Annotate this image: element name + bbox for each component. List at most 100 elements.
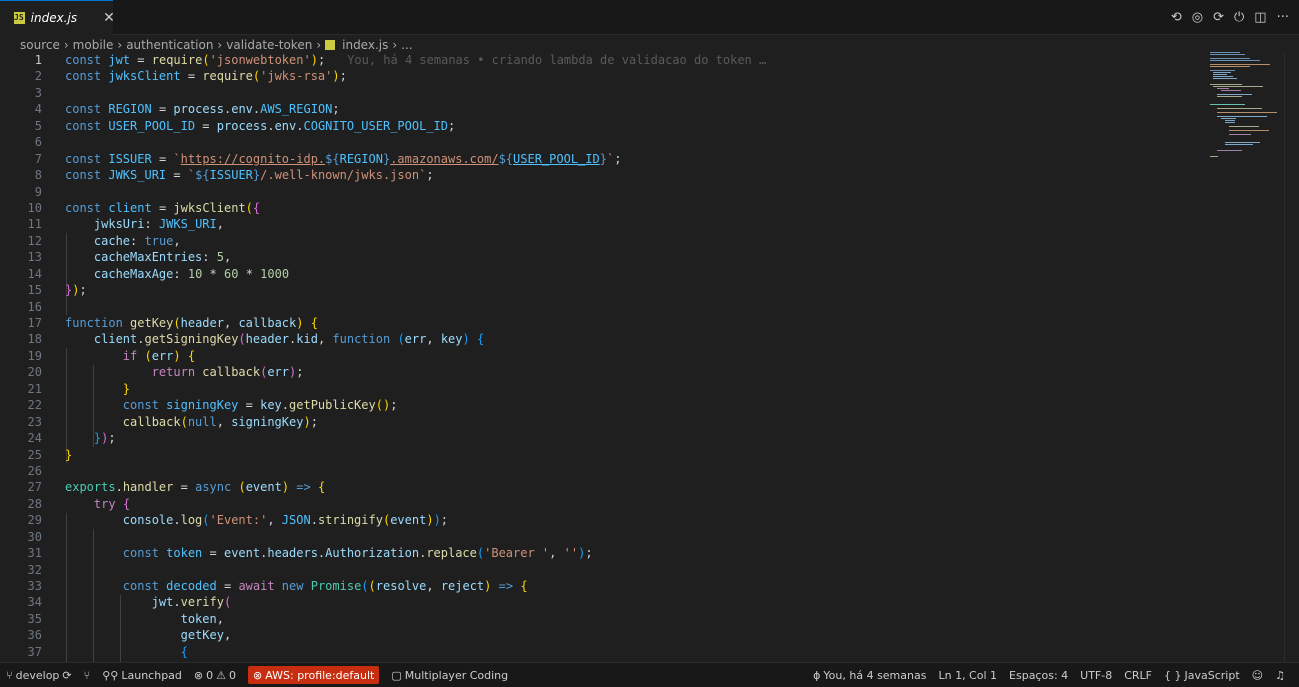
- chevron-right-icon: ›: [63, 38, 69, 52]
- git-graph-button[interactable]: ⑂: [78, 663, 97, 687]
- cursor-position[interactable]: Ln 1, Col 1: [932, 663, 1003, 687]
- problems-indicator[interactable]: ⊗ 0 ⚠ 0: [188, 663, 242, 687]
- breadcrumb-item-authentication[interactable]: authentication: [126, 38, 213, 52]
- code-line: 21 }: [0, 381, 1200, 397]
- aws-profile-button[interactable]: ⊗ AWS: profile:default: [242, 663, 385, 687]
- line-number: 10: [27, 200, 42, 215]
- branch-indicator[interactable]: ⑂ develop ⟳: [0, 663, 78, 687]
- minimap-line: [1217, 150, 1242, 151]
- vertical-scrollbar[interactable]: [1284, 52, 1299, 662]
- aws-profile-badge: ⊗ AWS: profile:default: [248, 666, 380, 684]
- code-text: const REGION = process.env.AWS_REGION;: [65, 102, 340, 117]
- code-text: client.getSigningKey(header.kid, functio…: [93, 332, 485, 347]
- line-number: 14: [27, 266, 42, 281]
- notifications-button[interactable]: ♫: [1269, 663, 1291, 687]
- line-number: 20: [27, 365, 42, 380]
- code-text: const signingKey = key.getPublicKey();: [122, 398, 398, 413]
- error-icon: ⊗: [253, 668, 263, 682]
- line-number: 11: [27, 217, 42, 232]
- tab-label: index.js: [30, 11, 78, 25]
- code-text: return callback(err);: [151, 365, 304, 380]
- launchpad-label: Launchpad: [121, 668, 182, 682]
- line-number: 2: [34, 69, 42, 84]
- eol-setting[interactable]: CRLF: [1118, 663, 1158, 687]
- tab-index-js[interactable]: JS index.js ✕: [0, 0, 115, 35]
- line-number: 1: [34, 53, 42, 67]
- breadcrumb-item-file[interactable]: index.js: [342, 38, 388, 52]
- copilot-status[interactable]: ☺: [1246, 663, 1269, 687]
- code-line: 22 const signingKey = key.getPublicKey()…: [0, 397, 1200, 413]
- code-line: 3: [0, 85, 1200, 101]
- chevron-right-icon: ›: [117, 38, 123, 52]
- code-editor[interactable]: 1 const jwt = require('jsonwebtoken'); You…: [0, 52, 1200, 662]
- indentation-setting[interactable]: Espaços: 4: [1003, 663, 1074, 687]
- line-number: 15: [27, 283, 42, 298]
- code-line: 34 jwt.verify(: [0, 594, 1200, 610]
- code-line: 37 {: [0, 644, 1200, 660]
- minimap-line: [1213, 74, 1227, 75]
- minimap[interactable]: [1205, 52, 1285, 162]
- minimap-line: [1210, 104, 1245, 105]
- javascript-file-icon: [325, 40, 336, 50]
- copilot-icon: ☺: [1251, 668, 1264, 682]
- code-text: }: [65, 447, 73, 462]
- javascript-file-icon: JS: [14, 12, 25, 24]
- more-actions-icon[interactable]: ···: [1277, 10, 1289, 25]
- code-line: 29 console.log('Event:', JSON.stringify(…: [0, 512, 1200, 528]
- timeline-icon[interactable]: ◎: [1192, 10, 1203, 25]
- minimap-line: [1217, 108, 1262, 109]
- code-line: 1 const jwt = require('jsonwebtoken'); You…: [0, 52, 1200, 68]
- code-line: 17 function getKey(header, callback) {: [0, 315, 1200, 331]
- line-number: 19: [27, 348, 42, 363]
- status-bar: ⑂ develop ⟳ ⑂ ⚲⚲ Launchpad ⊗ 0 ⚠ 0 ⊗ AWS…: [0, 662, 1299, 687]
- sync-icon: ⟳: [62, 668, 72, 682]
- split-editor-icon[interactable]: ◫: [1254, 10, 1266, 25]
- close-icon[interactable]: ✕: [103, 10, 115, 26]
- code-text: callback(null, signingKey);: [122, 414, 318, 429]
- code-line: 25}: [0, 447, 1200, 463]
- git-blame-indicator[interactable]: ϕ You, há 4 semanas: [807, 663, 932, 687]
- minimap-line: [1225, 120, 1235, 121]
- minimap-line: [1217, 112, 1277, 113]
- previous-change-icon[interactable]: ⟲: [1171, 10, 1182, 25]
- commit-icon: ϕ: [813, 668, 821, 682]
- language-mode[interactable]: { } JavaScript: [1158, 663, 1246, 687]
- minimap-line: [1225, 144, 1253, 145]
- copilot-icon[interactable]: ⏻: [1234, 10, 1244, 25]
- blame-label: You, há 4 semanas: [823, 668, 927, 682]
- minimap-line: [1213, 72, 1231, 73]
- editor-actions: ⟲ ◎ ⟳ ⏻ ◫ ···: [1171, 0, 1289, 35]
- line-number: 21: [27, 381, 42, 396]
- code-line: 24 });: [0, 430, 1200, 446]
- minimap-line: [1213, 86, 1263, 87]
- multiplayer-label: Multiplayer Coding: [404, 668, 509, 682]
- warning-count: 0: [229, 668, 236, 682]
- code-line: 8 const JWKS_URI = `${ISSUER}/.well-known…: [0, 167, 1200, 183]
- minimap-line: [1210, 66, 1250, 67]
- launchpad-button[interactable]: ⚲⚲ Launchpad: [96, 663, 188, 687]
- code-text: try {: [93, 496, 131, 511]
- minimap-line: [1229, 130, 1269, 131]
- code-text: jwksUri: JWKS_URI,: [93, 217, 224, 232]
- code-line: 2 const jwksClient = require('jwks-rsa');: [0, 68, 1200, 84]
- line-number: 24: [27, 431, 42, 446]
- breadcrumb-item-source[interactable]: source: [20, 38, 60, 52]
- code-text: const decoded = await new Promise((resol…: [122, 579, 528, 593]
- code-line: 14 cacheMaxAge: 10 * 60 * 1000: [0, 266, 1200, 282]
- line-number: 34: [27, 595, 42, 610]
- line-number: 4: [34, 102, 42, 117]
- multiplayer-button[interactable]: ▢ Multiplayer Coding: [385, 663, 514, 687]
- line-number: 29: [27, 513, 42, 528]
- breadcrumb-item-symbols[interactable]: ...: [401, 38, 412, 52]
- launchpad-icon: ⚲⚲: [102, 668, 119, 682]
- code-line: 28 try {: [0, 496, 1200, 512]
- encoding-setting[interactable]: UTF-8: [1074, 663, 1118, 687]
- breadcrumb-item-mobile[interactable]: mobile: [73, 38, 114, 52]
- minimap-line: [1210, 156, 1218, 157]
- code-text: {: [180, 644, 188, 659]
- code-text: });: [65, 283, 87, 298]
- line-number: 33: [27, 579, 42, 593]
- next-change-icon[interactable]: ⟳: [1213, 10, 1224, 25]
- line-number: 23: [27, 414, 42, 429]
- breadcrumb-item-validate-token[interactable]: validate-token: [226, 38, 312, 52]
